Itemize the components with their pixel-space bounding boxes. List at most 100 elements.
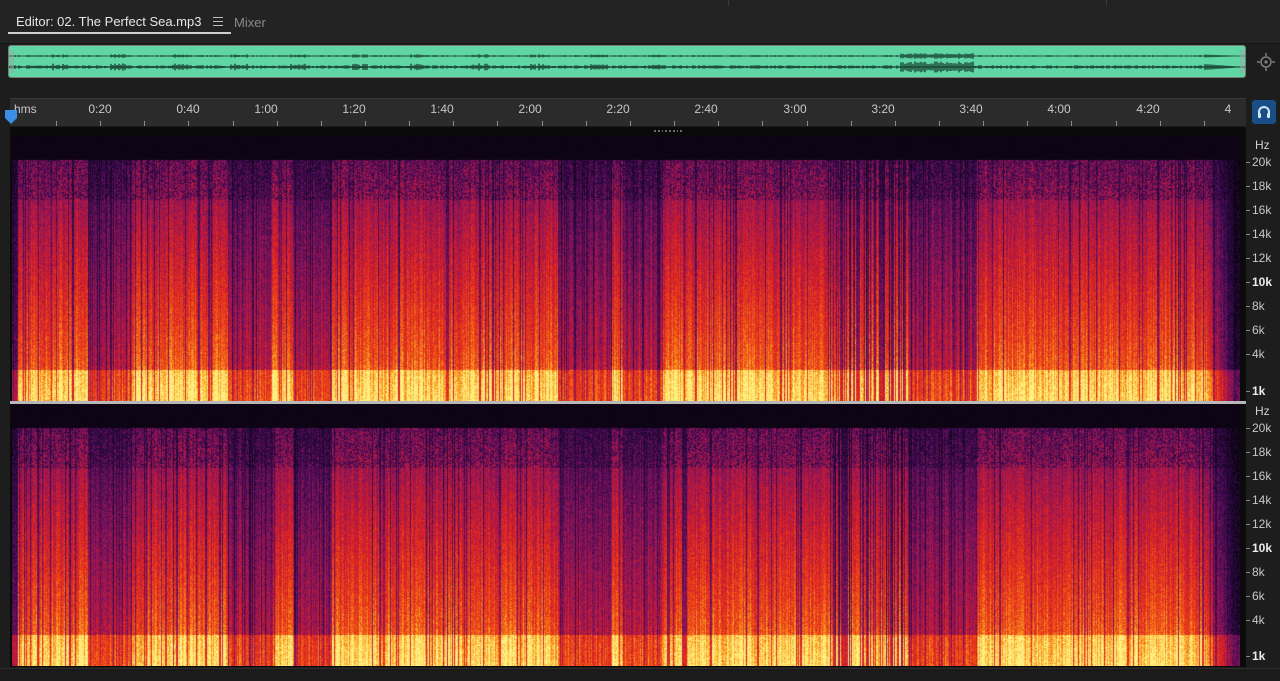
ruler-time-label: 4:00 [1047, 102, 1071, 116]
hz-scale-tick [1246, 500, 1250, 501]
hz-scale-tick [1246, 162, 1250, 163]
panel-separator [1106, 0, 1107, 6]
hz-scale-tick [1246, 428, 1250, 429]
hz-scale-label: 18k [1252, 445, 1272, 459]
overview-range-handle-left[interactable] [10, 50, 14, 73]
spectrogram-channel-left[interactable] [12, 136, 1240, 401]
ruler-time-label: 2:20 [606, 102, 630, 116]
ruler-tick [1116, 121, 1117, 126]
hz-scale-tick [1246, 186, 1250, 187]
overview-waveform-graphic [9, 53, 1245, 73]
hz-scale-tick [1246, 306, 1250, 307]
ruler-time-label: 4 [1224, 102, 1232, 116]
hz-scale-tick [1246, 548, 1250, 549]
hz-scale-tick [1246, 572, 1250, 573]
ruler-tick [453, 121, 454, 126]
ruler-tick [983, 121, 984, 126]
playhead-marker-icon[interactable] [5, 110, 17, 124]
ruler-tick [188, 121, 189, 126]
hz-unit-label: Hz [1255, 404, 1270, 418]
hz-scale-label: 10k [1252, 541, 1273, 555]
ruler-time-label: 3:20 [871, 102, 895, 116]
ruler-tick [277, 121, 278, 126]
hz-scale-label: 1k [1252, 649, 1266, 663]
hz-scale-tick [1246, 210, 1250, 211]
ruler-tick [762, 121, 763, 126]
hz-scale-tick [1246, 596, 1250, 597]
tab-editor-label: Editor: 02. The Perfect Sea.mp3 [16, 13, 202, 29]
zoom-target-icon[interactable] [1256, 52, 1276, 72]
hz-scale-tick [1246, 620, 1250, 621]
hz-scale-tick [1246, 476, 1250, 477]
ruler-tick [144, 121, 145, 126]
ruler-tick [100, 121, 101, 126]
ruler-time-label: 4:20 [1136, 102, 1160, 116]
hamburger-icon[interactable] [213, 16, 224, 26]
hz-scale-tick [1246, 452, 1250, 453]
hz-scale-label: 10k [1252, 275, 1273, 289]
ruler-time-label: 3:00 [783, 102, 807, 116]
ruler-tick [542, 121, 543, 126]
hz-scale-tick [1246, 354, 1250, 355]
hz-scale-label: 1k [1252, 384, 1266, 398]
ruler-time-label: 1:20 [342, 102, 366, 116]
resize-grip[interactable] [654, 128, 682, 134]
ruler-time-label: 1:00 [254, 102, 278, 116]
ruler-time-label: 1:40 [430, 102, 454, 116]
hz-scale-tick [1246, 524, 1250, 525]
ruler-tick [674, 121, 675, 126]
hz-scale-label: 8k [1252, 299, 1265, 313]
panel-separator [728, 0, 729, 6]
ruler-tick [409, 121, 410, 126]
ruler-tick [497, 121, 498, 126]
hz-scale-tick [1246, 391, 1250, 392]
timeline-ruler[interactable]: hms 0:20 0:40 1:00 1:20 1:40 2:00 2:20 2:40 3:00… [10, 98, 1246, 126]
hz-scale-label: 20k [1252, 155, 1272, 169]
tab-editor[interactable]: Editor: 02. The Perfect Sea.mp3 [8, 10, 232, 34]
snap-button[interactable] [1252, 100, 1276, 124]
ruler-tick [895, 121, 896, 126]
hz-scale-label: 14k [1252, 227, 1272, 241]
ruler-tick [807, 121, 808, 126]
ruler-tick [365, 121, 366, 126]
hz-scale-label: 16k [1252, 203, 1272, 217]
hz-scale-tick [1246, 234, 1250, 235]
tab-mixer-label: Mixer [234, 14, 266, 30]
ruler-tick [233, 121, 234, 126]
hz-scale-label: 16k [1252, 469, 1272, 483]
ruler-time-label: 2:00 [518, 102, 542, 116]
ruler-time-label: 0:20 [88, 102, 112, 116]
spectrogram-channel-right[interactable] [12, 404, 1240, 666]
hz-scale-label: 4k [1252, 347, 1265, 361]
frequency-scale-left[interactable]: Hz 20k 18k 16k 14k 12k 10k 8k 6k 4k 1k [1246, 136, 1280, 401]
overview-waveform[interactable] [8, 45, 1246, 78]
hz-scale-label: 6k [1252, 589, 1265, 603]
hz-scale-tick [1246, 282, 1250, 283]
panel-tab-bar: Editor: 02. The Perfect Sea.mp3 Mixer [0, 0, 1280, 44]
hz-scale-label: 12k [1252, 517, 1272, 531]
hz-scale-label: 18k [1252, 179, 1272, 193]
ruler-time-label: 2:40 [694, 102, 718, 116]
hz-scale-tick [1246, 656, 1250, 657]
tab-mixer[interactable]: Mixer [226, 10, 274, 34]
ruler-unit-label: hms [14, 102, 37, 116]
hz-scale-label: 6k [1252, 323, 1265, 337]
frequency-scale-right[interactable]: Hz 20k 18k 16k 14k 12k 10k 8k 6k 4k 1k [1246, 404, 1280, 666]
ruler-tick [56, 121, 57, 126]
hz-scale-label: 12k [1252, 251, 1272, 265]
ruler-tick [1071, 121, 1072, 126]
ruler-tick [1027, 121, 1028, 126]
hz-scale-label: 8k [1252, 565, 1265, 579]
ruler-time-label: 3:40 [959, 102, 983, 116]
ruler-tick [851, 121, 852, 126]
bottom-scroll-strip[interactable] [0, 668, 1280, 681]
hz-scale-tick [1246, 330, 1250, 331]
headphones-icon [1258, 106, 1270, 118]
overview-range-handle-right[interactable] [1240, 50, 1244, 73]
hz-scale-tick [1246, 258, 1250, 259]
ruler-time-label: 0:40 [176, 102, 200, 116]
ruler-tick [1204, 121, 1205, 126]
hz-unit-label: Hz [1255, 138, 1270, 152]
hz-scale-label: 4k [1252, 613, 1265, 627]
hz-scale-label: 14k [1252, 493, 1272, 507]
